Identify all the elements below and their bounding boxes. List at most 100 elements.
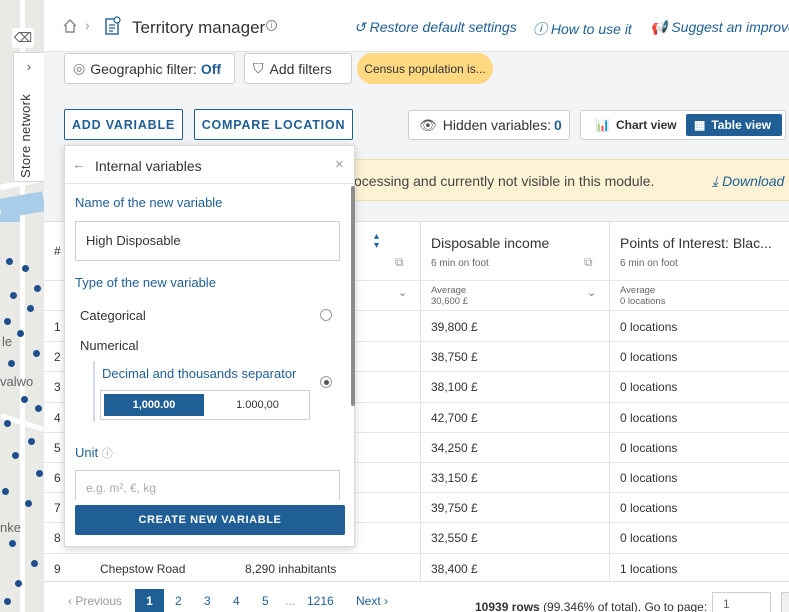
info-icon[interactable]: ⓘ (102, 448, 113, 460)
notice-text: ocessing and currently not visible in th… (354, 173, 655, 189)
geo-filter-value: Off (200, 60, 222, 77)
poi-cell: 0 locations (620, 410, 678, 425)
panel-header: ← Internal variables × (65, 146, 354, 184)
page-button[interactable]: 2 (175, 594, 182, 608)
add-variable-button[interactable]: ADD VARIABLE (64, 109, 183, 140)
aggregation-cell[interactable]: Average 30,600 £ (431, 285, 468, 307)
hidden-variables-button[interactable]: 👁 Hidden variables: 0 (408, 110, 570, 140)
next-page-button[interactable]: Next › (356, 594, 388, 608)
store-network-label: Store network (18, 93, 33, 178)
page-button[interactable]: 3 (204, 594, 211, 608)
panel-title: Internal variables (95, 158, 202, 174)
agg-label: Average (620, 285, 656, 296)
next-label: Next (356, 594, 381, 608)
numerical-option-label: Numerical (80, 338, 139, 353)
create-variable-button[interactable]: CREATE NEW VARIABLE (75, 505, 345, 535)
separator-label: Decimal and thousands separator (102, 366, 297, 381)
unit-label: Unit ⓘ (75, 445, 113, 461)
income-cell: 38,100 £ (431, 380, 478, 395)
row-divider (44, 552, 789, 554)
categorical-radio[interactable] (320, 309, 332, 321)
page-ellipsis: ... (285, 594, 296, 608)
row-number: 3 (54, 380, 61, 395)
variable-name-input[interactable]: High Disposable (75, 221, 340, 261)
map-place-label: nke (0, 520, 21, 535)
geographic-filter-button[interactable]: ◎ Geographic filter: Off (64, 53, 235, 84)
table-view-button[interactable]: ▦ Table view (686, 114, 782, 136)
chart-view-button[interactable]: 📊 Chart view (587, 114, 685, 136)
restore-defaults-label: Restore default settings (369, 19, 517, 35)
add-filters-label: Add filters (269, 60, 332, 77)
add-filters-button[interactable]: ⛉ Add filters (244, 53, 352, 84)
goto-page-input[interactable]: 1 (712, 592, 771, 612)
income-cell: 38,400 £ (431, 561, 478, 576)
eraser-icon[interactable]: ⌫ (12, 28, 34, 48)
funnel-icon: ⛉ (253, 60, 264, 76)
row-number: 6 (54, 471, 61, 485)
location-name-cell[interactable]: Chepstow Road (100, 562, 185, 576)
census-filter-chip[interactable]: Census population is... (357, 53, 493, 84)
info-icon[interactable]: i (266, 20, 277, 31)
separator-option-comma[interactable]: 1,000.00 (104, 394, 204, 416)
income-cell: 42,700 £ (431, 410, 478, 425)
rows-info: 10939 rows (99.346% of total). Go to pag… (475, 600, 707, 612)
income-cell: 39,800 £ (431, 320, 478, 334)
goto-label: Go to page: (644, 600, 708, 612)
sort-icon[interactable]: ▴ ▾ (374, 232, 379, 251)
close-icon[interactable]: × (335, 156, 344, 173)
breadcrumb-separator: › (85, 17, 90, 33)
header-bar: › Territory manager i ↺ Restore default … (44, 0, 789, 52)
chart-view-label: Chart view (615, 118, 677, 132)
download-link[interactable]: ⤓ Download (712, 173, 784, 190)
compare-location-button[interactable]: COMPARE LOCATION (194, 109, 353, 140)
name-label: Name of the new variable (75, 195, 223, 210)
column-header-subtitle: 6 min on foot (620, 258, 678, 269)
chart-icon: 📊 (595, 118, 610, 132)
poi-cell: 0 locations (620, 380, 678, 395)
geo-filter-label: Geographic filter: (90, 60, 197, 77)
unit-input[interactable]: e.g. m², €, kg (75, 470, 340, 500)
poi-cell: 0 locations (620, 531, 678, 546)
column-header-title[interactable]: Disposable income (431, 235, 549, 251)
aggregation-cell[interactable]: Average 0 locations (620, 285, 665, 307)
column-header-title[interactable]: Points of Interest: Blac... (620, 235, 772, 251)
store-network-tab[interactable]: › Store network (13, 52, 44, 182)
income-cell: 32,550 £ (431, 531, 478, 546)
separator-option-dot[interactable]: 1.000,00 (209, 394, 306, 416)
processing-notice: ocessing and currently not visible in th… (344, 159, 789, 201)
population-cell: 8,290 inhabitants (245, 561, 337, 576)
page-button[interactable]: 5 (262, 594, 269, 608)
census-chip-label: Census population is... (364, 61, 486, 76)
map-place-label: le (2, 334, 13, 349)
page-button[interactable]: 1 (135, 589, 164, 612)
row-number: 1 (54, 320, 61, 334)
how-to-use-link[interactable]: ⓘ How to use it (533, 19, 632, 39)
back-arrow-icon[interactable]: ← (72, 156, 86, 172)
layers-icon[interactable]: ⧉ (584, 255, 593, 270)
panel-scrollbar[interactable] (351, 186, 355, 406)
layers-icon[interactable]: ⧉ (395, 255, 404, 270)
unit-label-text: Unit (75, 445, 99, 460)
type-label: Type of the new variable (75, 275, 216, 290)
rows-percent: (99.346% of total). (543, 600, 642, 612)
poi-cell: 0 locations (620, 471, 678, 485)
how-to-use-label: How to use it (550, 21, 632, 37)
page-button[interactable]: 1216 (307, 594, 334, 608)
home-icon[interactable] (62, 18, 78, 34)
suggest-improvement-link[interactable]: 📢 Suggest an improvem (650, 19, 789, 36)
eye-icon: 👁 (419, 116, 437, 133)
internal-variables-panel: ← Internal variables × Name of the new v… (64, 145, 355, 547)
chevron-right-icon: › (26, 59, 32, 74)
chevron-down-icon[interactable]: ⌄ (587, 286, 596, 299)
restore-defaults-link[interactable]: ↺ Restore default settings (354, 19, 517, 36)
rows-count: 10939 rows (475, 600, 540, 612)
poi-cell: 0 locations (620, 320, 678, 334)
previous-page-button[interactable]: ‹ Previous (68, 594, 122, 608)
chevron-down-icon[interactable]: ⌄ (398, 286, 407, 299)
poi-cell: 0 locations (620, 501, 678, 516)
goto-page-button[interactable] (781, 592, 789, 612)
page-button[interactable]: 4 (233, 594, 240, 608)
page-title: Territory manager (132, 18, 266, 37)
suggest-improvement-label: Suggest an improvem (671, 19, 789, 35)
separator-radio[interactable] (320, 376, 332, 388)
